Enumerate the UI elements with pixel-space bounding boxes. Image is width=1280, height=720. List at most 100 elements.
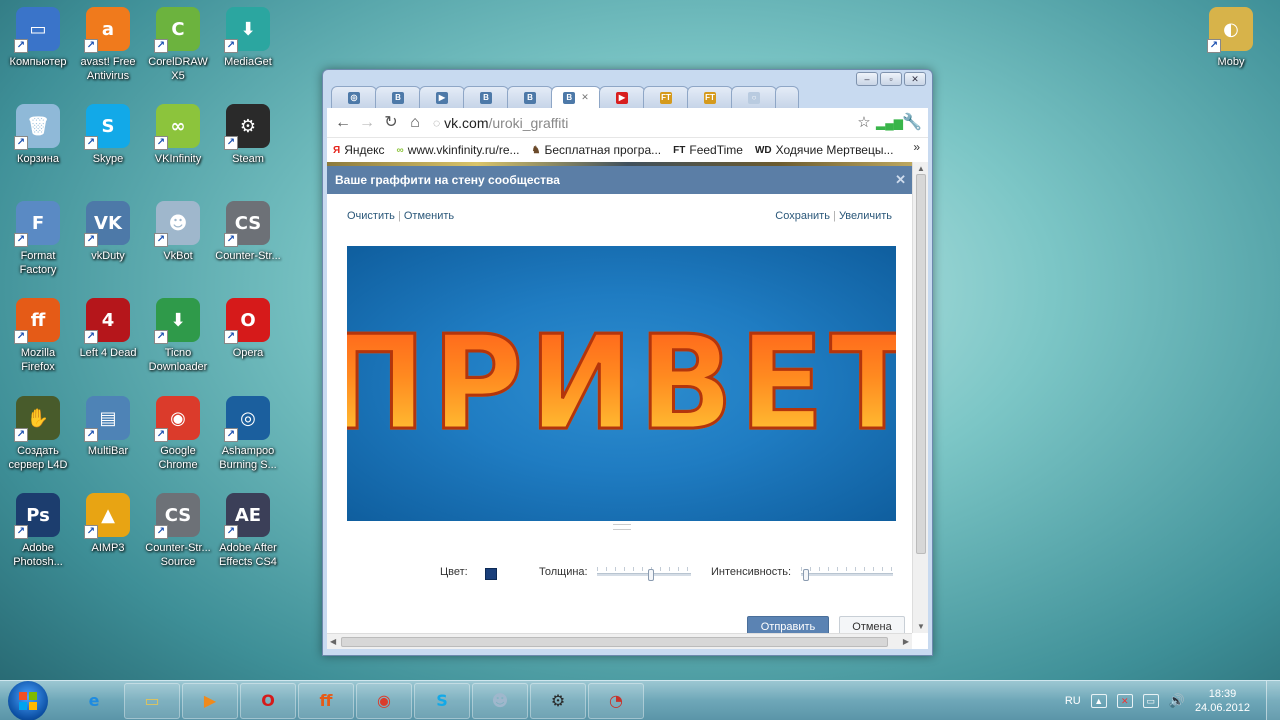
ie-icon[interactable]: e bbox=[66, 683, 122, 719]
start-button[interactable] bbox=[8, 680, 48, 720]
signal-icon[interactable]: ▂▄▆ bbox=[876, 111, 903, 135]
zoom-link[interactable]: Увеличить bbox=[839, 210, 892, 222]
wrench-icon[interactable]: 🔧 bbox=[900, 111, 924, 135]
desktop-icon[interactable]: 4 ↗ Left 4 Dead bbox=[73, 298, 143, 360]
browser-tab[interactable]: B bbox=[375, 86, 421, 108]
intensity-slider-handle[interactable] bbox=[803, 569, 809, 581]
horizontal-scrollbar[interactable]: ◀ ▶ bbox=[327, 633, 912, 649]
desktop-icon[interactable]: ◎ ↗ Ashampoo Burning S... bbox=[213, 396, 283, 472]
graffiti-canvas[interactable]: ПРИВЕТ bbox=[347, 246, 896, 521]
desktop-icon[interactable]: ⬇ ↗ Ticno Downloader bbox=[143, 298, 213, 374]
desktop-icon-label: Format Factory bbox=[19, 250, 57, 276]
scroll-down-icon[interactable]: ▼ bbox=[917, 622, 925, 631]
desktop-icon-label: AIMP3 bbox=[91, 542, 125, 554]
scroll-up-icon[interactable]: ▲ bbox=[917, 164, 925, 173]
new-tab-button[interactable] bbox=[775, 86, 799, 108]
desktop-icon[interactable]: a ↗ avast! Free Antivirus bbox=[73, 7, 143, 83]
opera-icon: O ↗ bbox=[224, 298, 270, 344]
shortcut-arrow-icon: ↗ bbox=[224, 525, 238, 539]
browser-tab[interactable]: ◎ bbox=[331, 86, 377, 108]
desktop-icon[interactable]: ⬇ ↗ MediaGet bbox=[213, 7, 283, 69]
star-icon[interactable]: ☆ bbox=[852, 111, 876, 135]
bookmark-item[interactable]: FT FeedTime bbox=[673, 143, 743, 157]
bookmark-item[interactable]: ♞ Бесплатная програ... bbox=[532, 143, 662, 157]
thickness-slider[interactable] bbox=[597, 567, 691, 581]
desktop-icon[interactable]: S ↗ Skype bbox=[73, 104, 143, 166]
show-desktop-button[interactable] bbox=[1266, 681, 1280, 720]
browser-tab[interactable]: FT bbox=[643, 86, 689, 108]
desktop-icon-label: Adobe After Effects CS4 bbox=[219, 542, 277, 568]
desktop-icon[interactable]: CS ↗ Counter-Str... Source bbox=[143, 493, 213, 569]
color-swatch[interactable] bbox=[485, 568, 497, 580]
save-link[interactable]: Сохранить bbox=[775, 210, 830, 222]
media-player-icon[interactable]: ▶ bbox=[182, 682, 238, 719]
maximize-button[interactable]: ▫ bbox=[880, 72, 902, 86]
steam-icon[interactable]: ⚙ bbox=[530, 682, 586, 719]
language-indicator[interactable]: RU bbox=[1065, 695, 1081, 707]
skype-icon[interactable]: S bbox=[414, 682, 470, 719]
tab-close-icon[interactable]: ✕ bbox=[581, 92, 589, 103]
bookmarks-overflow-icon[interactable]: » bbox=[913, 140, 920, 154]
home-icon[interactable]: ⌂ bbox=[403, 111, 427, 135]
desktop-icon[interactable]: ff ↗ Mozilla Firefox bbox=[3, 298, 73, 374]
browser-tab[interactable]: ▶ bbox=[599, 86, 645, 108]
close-button[interactable]: ✕ bbox=[904, 72, 926, 86]
dialog-close-icon[interactable]: ✕ bbox=[895, 172, 906, 188]
desktop-icon[interactable]: ✋ ↗ Создать сервер L4D bbox=[3, 396, 73, 472]
address-bar[interactable]: ◌ vk.com/uroki_graffiti bbox=[433, 111, 852, 135]
desktop-icon[interactable]: ▲ ↗ AIMP3 bbox=[73, 493, 143, 555]
scroll-right-icon[interactable]: ▶ bbox=[903, 637, 909, 646]
clear-link[interactable]: Очистить bbox=[347, 210, 395, 222]
vkbot-icon[interactable]: ☻ bbox=[472, 682, 528, 719]
explorer-icon[interactable]: ▭ bbox=[124, 682, 180, 719]
desktop-icon[interactable]: ☻ ↗ VkBot bbox=[143, 201, 213, 263]
bookmark-item[interactable]: Я Яндекс bbox=[333, 143, 385, 157]
firefox-icon[interactable]: ff bbox=[298, 682, 354, 719]
browser-tab[interactable]: FT bbox=[687, 86, 733, 108]
browser-tab[interactable]: B ✕ bbox=[551, 86, 601, 108]
bookmark-item[interactable]: WD Ходячие Мертвецы... bbox=[755, 143, 894, 157]
back-icon[interactable]: ← bbox=[331, 111, 355, 135]
action-center-icon[interactable]: ✕ bbox=[1116, 694, 1133, 708]
tray-flag-icon[interactable]: ▲ bbox=[1090, 694, 1107, 708]
vertical-scrollbar[interactable]: ▲ ▼ bbox=[912, 162, 928, 633]
desktop-icon[interactable]: F ↗ Format Factory bbox=[3, 201, 73, 277]
shortcut-arrow-icon: ↗ bbox=[154, 233, 168, 247]
browser-tab[interactable]: ▶ bbox=[419, 86, 465, 108]
vk-tab-icon: B bbox=[524, 91, 536, 104]
horizontal-scroll-thumb[interactable] bbox=[341, 637, 888, 647]
reload-icon[interactable]: ↻ bbox=[379, 111, 403, 135]
desktop-icon[interactable]: ▤ ↗ MultiBar bbox=[73, 396, 143, 458]
desktop-icon[interactable]: ◐ ↗ Moby bbox=[1196, 7, 1266, 69]
volume-icon[interactable]: 🔊 bbox=[1169, 693, 1185, 709]
desktop-icon[interactable]: 🗑 ↗ Корзина bbox=[3, 104, 73, 166]
forward-icon[interactable]: → bbox=[355, 111, 379, 135]
desktop-icon[interactable]: C ↗ CorelDRAW X5 bbox=[143, 7, 213, 83]
app-icon[interactable]: ◔ bbox=[588, 682, 644, 719]
desktop-icon[interactable]: VK ↗ vkDuty bbox=[73, 201, 143, 263]
browser-tab[interactable]: B bbox=[463, 86, 509, 108]
desktop-icon[interactable]: O ↗ Opera bbox=[213, 298, 283, 360]
browser-tab[interactable]: B bbox=[507, 86, 553, 108]
chrome-icon[interactable]: ◉ bbox=[356, 682, 412, 719]
desktop-icon[interactable]: ∞ ↗ VKInfinity bbox=[143, 104, 213, 166]
thickness-slider-handle[interactable] bbox=[648, 569, 654, 581]
resize-grip[interactable] bbox=[613, 524, 631, 530]
desktop-icon[interactable]: AE ↗ Adobe After Effects CS4 bbox=[213, 493, 283, 569]
desktop-icon[interactable]: ◉ ↗ Google Chrome bbox=[143, 396, 213, 472]
vertical-scroll-thumb[interactable] bbox=[916, 174, 926, 554]
browser-tab[interactable]: ○ bbox=[731, 86, 777, 108]
scroll-left-icon[interactable]: ◀ bbox=[330, 637, 336, 646]
desktop-icon[interactable]: CS ↗ Counter-Str... bbox=[213, 201, 283, 263]
intensity-slider[interactable] bbox=[801, 567, 893, 581]
opera-icon[interactable]: O bbox=[240, 682, 296, 719]
desktop-icon[interactable]: Ps ↗ Adobe Photosh... bbox=[3, 493, 73, 569]
desktop-icon[interactable]: ⚙ ↗ Steam bbox=[213, 104, 283, 166]
bookmark-item[interactable]: ∞ www.vkinfinity.ru/re... bbox=[397, 143, 520, 157]
clock[interactable]: 18:39 24.06.2012 bbox=[1195, 687, 1250, 715]
dialog-links: Очистить | Отменить Сохранить | Увеличит… bbox=[347, 210, 892, 222]
minimize-button[interactable]: – bbox=[856, 72, 878, 86]
undo-link[interactable]: Отменить bbox=[404, 210, 454, 222]
network-icon[interactable]: ▭ bbox=[1142, 694, 1159, 708]
desktop-icon[interactable]: ▭ ↗ Компьютер bbox=[3, 7, 73, 69]
